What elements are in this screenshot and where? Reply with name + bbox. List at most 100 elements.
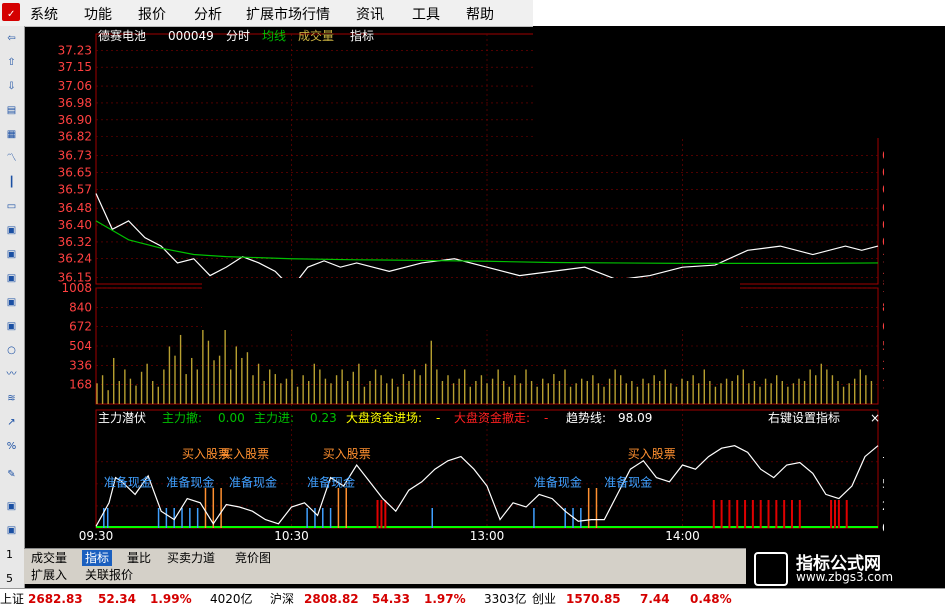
- menu-quote[interactable]: 报价: [138, 4, 166, 24]
- mode-label: 分时: [226, 29, 250, 43]
- f5-icon[interactable]: ▣: [2, 498, 21, 516]
- sh-percent: 1.99%: [150, 592, 192, 606]
- volume-tick-label-right: 168: [882, 378, 884, 392]
- cy-percent: 0.48%: [690, 592, 732, 606]
- menu-analysis[interactable]: 分析: [194, 4, 222, 24]
- watermark-url: www.zbgs3.com: [796, 570, 894, 584]
- redacted-area: [202, 278, 740, 330]
- zlj-value: 0.23: [310, 411, 337, 425]
- fiz-icon[interactable]: ▣: [2, 294, 21, 312]
- dpjc-value: -: [436, 411, 440, 425]
- trend-icon[interactable]: 〰: [2, 366, 21, 384]
- volume-tick-label: 1008: [61, 281, 92, 295]
- tab-buy-sell-force[interactable]: 买卖力道: [164, 550, 218, 566]
- signal-annotation: 准备现金: [307, 474, 355, 489]
- price-tick-label: 36.65: [58, 165, 92, 179]
- hs-percent: 1.97%: [424, 592, 466, 606]
- menu-extended-market[interactable]: 扩展市场行情: [246, 4, 330, 24]
- zlc-value: 0.00: [218, 411, 245, 425]
- tab-related-quote[interactable]: 关联报价: [82, 567, 136, 583]
- menu-help[interactable]: 帮助: [466, 4, 494, 24]
- dpjc-label: 大盘资金进场:: [346, 410, 422, 425]
- volume-tick-label-right: 672: [882, 320, 884, 334]
- hs-amount: 3303亿: [484, 592, 527, 606]
- sh-amount: 4020亿: [210, 592, 253, 606]
- tab-volume-ratio[interactable]: 量比: [124, 550, 154, 566]
- menu-bar: ✓ 系统 功能 报价 分析 扩展市场行情 资讯 工具 帮助: [0, 0, 533, 27]
- redacted-area: [533, 26, 945, 138]
- volume-tick-label: 504: [69, 339, 92, 353]
- pct-tick-label: 0.68%: [882, 218, 884, 232]
- toolbar-number-1[interactable]: 1: [6, 548, 13, 561]
- pen-icon[interactable]: ✎: [2, 466, 21, 484]
- indicator-label: 指标: [350, 28, 374, 43]
- up-arrow-icon[interactable]: ⇧: [2, 54, 21, 72]
- indicator-tick-label: 52.53: [882, 477, 884, 491]
- signal-annotation: 买入股票: [221, 447, 269, 461]
- pct-tick-label: 0.00%: [882, 165, 884, 179]
- window-icon[interactable]: ▭: [2, 198, 21, 216]
- quote-list-icon[interactable]: ▤: [2, 102, 21, 120]
- volume-tick-label-right: 1008: [882, 281, 884, 295]
- down-arrow-icon[interactable]: ⇩: [2, 78, 21, 96]
- menu-tools[interactable]: 工具: [412, 4, 440, 24]
- pct-tick-label: 0.23%: [882, 149, 884, 163]
- signal-annotation: 准备现金: [534, 474, 582, 489]
- cy-label: 创业: [532, 592, 557, 606]
- tab-indicator[interactable]: 指标: [82, 550, 113, 566]
- toolbar-number-5[interactable]: 5: [6, 572, 13, 585]
- tab-extended[interactable]: 扩展入: [28, 567, 70, 583]
- price-tick-label: 36.57: [58, 182, 92, 196]
- volume-tick-label: 840: [69, 300, 92, 314]
- signal-annotation: 准备现金: [104, 474, 152, 489]
- qsx-value: 98.09: [618, 411, 652, 425]
- price-tick-label: 36.32: [58, 235, 92, 249]
- menu-function[interactable]: 功能: [84, 4, 112, 24]
- qsx-label: 趋势线:: [566, 411, 606, 425]
- tab-volume[interactable]: 成交量: [28, 550, 70, 566]
- stock-name: 德赛电池: [98, 28, 146, 43]
- cy-change: 7.44: [640, 592, 670, 606]
- back-arrow-icon[interactable]: ⇦: [2, 30, 21, 48]
- signal-annotation: 准备现金: [604, 474, 652, 489]
- blank-area: [533, 0, 945, 26]
- fs-icon[interactable]: ▣: [2, 522, 21, 540]
- menu-news[interactable]: 资讯: [356, 4, 384, 24]
- 10pct-icon[interactable]: %: [2, 438, 21, 456]
- time-tick-label: 13:00: [470, 529, 505, 543]
- indicator-tick-label: 0.00: [882, 521, 884, 535]
- menu-system[interactable]: 系统: [30, 4, 58, 24]
- f-icon[interactable]: ▣: [2, 270, 21, 288]
- fia-icon[interactable]: ▣: [2, 222, 21, 240]
- price-tick-label: 36.73: [58, 149, 92, 163]
- dpzc-value: -: [544, 411, 548, 425]
- vol-label: 成交量: [298, 28, 334, 43]
- tab-auction[interactable]: 竞价图: [232, 550, 274, 566]
- z-icon[interactable]: ▣: [2, 318, 21, 336]
- price-tick-label: 36.90: [58, 113, 92, 127]
- app-logo-icon: ✓: [2, 3, 20, 21]
- right-click-hint: 右键设置指标: [768, 410, 840, 425]
- close-icon: ×: [870, 411, 880, 425]
- trend-chart-icon[interactable]: ↗: [2, 414, 21, 432]
- watermark: 指标公式网 www.zbgs3.com: [746, 546, 945, 588]
- pct-tick-label: 1.13%: [882, 252, 884, 266]
- cy-index: 1570.85: [566, 592, 621, 606]
- price-tick-label: 36.48: [58, 201, 92, 215]
- hs-index: 2808.82: [304, 592, 359, 606]
- multi-chart-icon[interactable]: ≋: [2, 390, 21, 408]
- left-toolbar: ⇦ ⇧ ⇩ ▤ ▦ 〽 ┃ ▭ ▣ ▣ ▣ ▣ ▣ ○ 〰 ≋ ↗ % ✎ ▣ …: [0, 26, 25, 609]
- candlestick-icon[interactable]: ┃: [2, 174, 21, 192]
- indicator-name: 主力潜伏: [98, 411, 146, 425]
- volume-tick-label: 336: [69, 358, 92, 372]
- avg-label: 均线: [262, 29, 286, 43]
- time-tick-label: 09:30: [79, 529, 114, 543]
- sh-label: 上证: [0, 592, 25, 606]
- f10-icon[interactable]: ▣: [2, 246, 21, 264]
- dpzc-label: 大盘资金撤走:: [454, 410, 530, 425]
- grid-icon[interactable]: ▦: [2, 126, 21, 144]
- circle-icon[interactable]: ○: [2, 342, 21, 360]
- price-tick-label: 36.98: [58, 96, 92, 110]
- volume-tick-label: 168: [69, 378, 92, 392]
- line-chart-icon[interactable]: 〽: [2, 150, 21, 168]
